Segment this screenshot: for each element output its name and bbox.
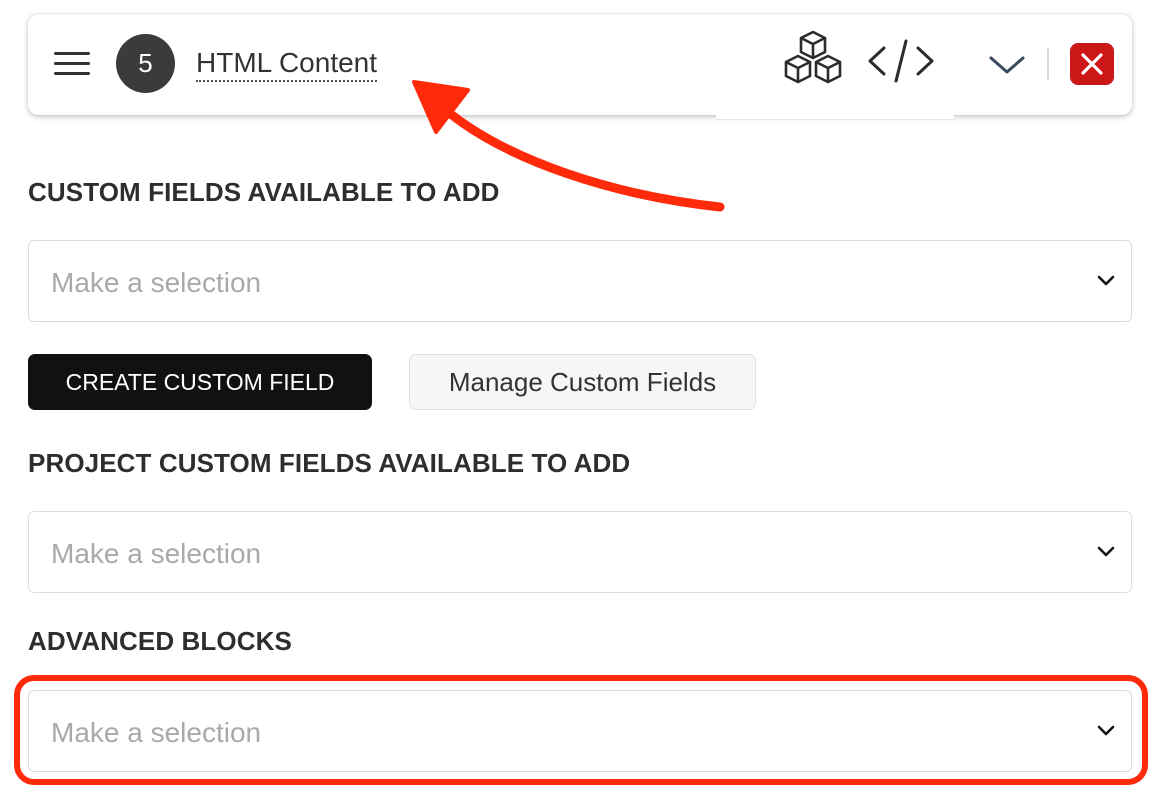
close-button[interactable]	[1070, 43, 1114, 85]
block-title[interactable]: HTML Content	[196, 47, 378, 82]
project-custom-fields-label: PROJECT CUSTOM FIELDS AVAILABLE TO ADD	[28, 448, 631, 478]
step-badge: 5	[116, 34, 175, 93]
advanced-blocks-select[interactable]: Make a selection	[28, 690, 1132, 772]
header-tab-underline	[716, 115, 954, 119]
advanced-blocks-placeholder: Make a selection	[51, 717, 262, 748]
custom-fields-label: CUSTOM FIELDS AVAILABLE TO ADD	[28, 177, 500, 207]
manage-custom-fields-button[interactable]: Manage Custom Fields	[409, 354, 756, 410]
project-custom-fields-select[interactable]: Make a selection	[28, 511, 1132, 593]
block-header: 5 HTML Content	[28, 14, 1132, 115]
blocks-icon[interactable]	[780, 30, 846, 90]
menu-icon[interactable]	[54, 52, 90, 76]
custom-fields-select[interactable]: Make a selection	[28, 240, 1132, 322]
code-icon[interactable]	[866, 38, 936, 84]
advanced-blocks-label: ADVANCED BLOCKS	[28, 626, 292, 656]
project-custom-fields-placeholder: Make a selection	[51, 538, 262, 569]
custom-fields-placeholder: Make a selection	[51, 267, 262, 298]
chevron-down-icon[interactable]	[988, 54, 1026, 76]
create-custom-field-button[interactable]: CREATE CUSTOM FIELD	[28, 354, 372, 410]
chevron-down-icon	[1097, 546, 1115, 557]
close-icon	[1081, 53, 1103, 75]
chevron-down-icon	[1097, 725, 1115, 736]
header-divider	[1047, 48, 1049, 80]
chevron-down-icon	[1097, 275, 1115, 286]
